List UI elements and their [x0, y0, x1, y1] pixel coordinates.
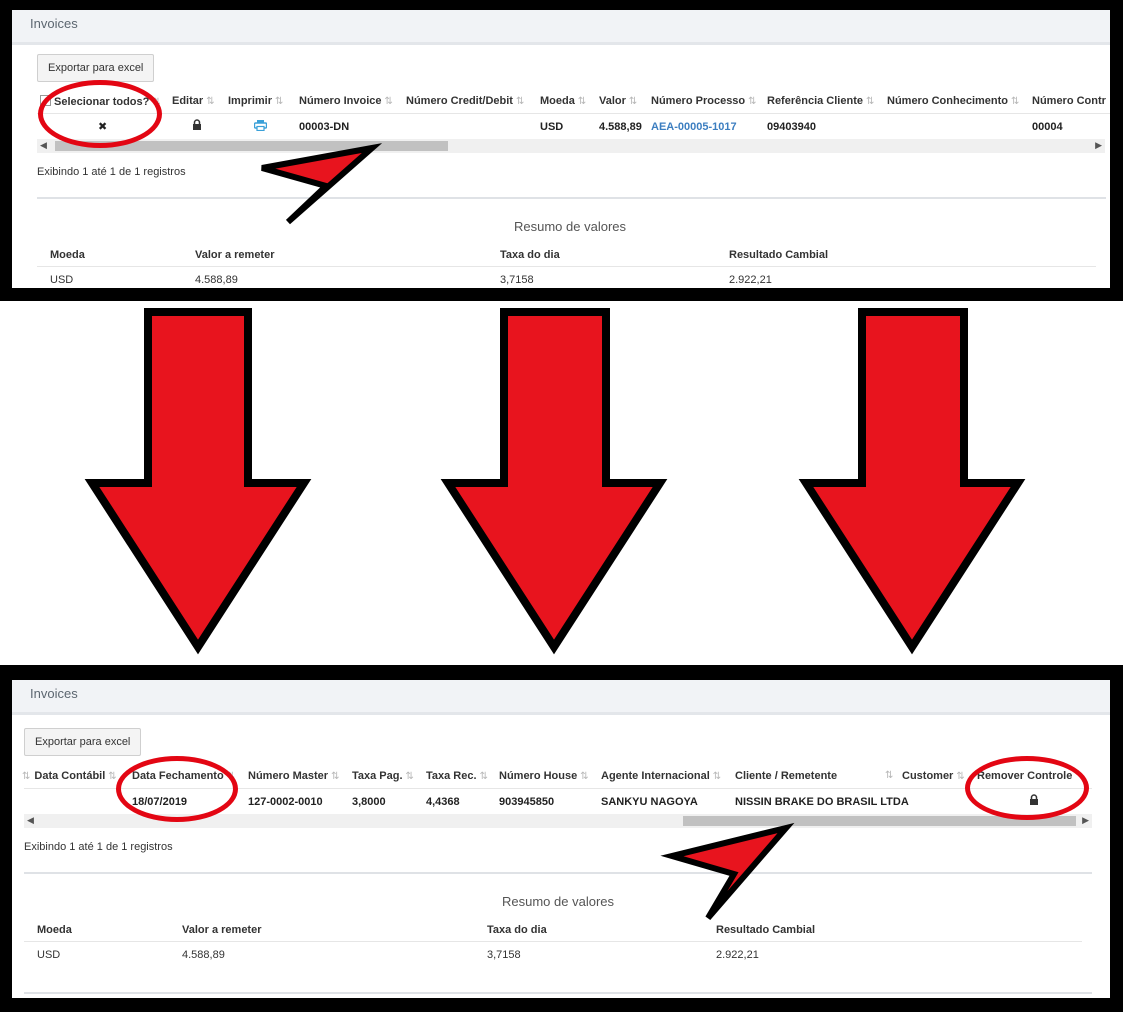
big-down-arrow-right	[798, 308, 1026, 655]
big-down-arrow-middle	[440, 308, 668, 655]
big-down-arrow-left	[84, 308, 312, 655]
annotation-overlay	[84, 143, 1026, 920]
pointer-arrow-bottom	[660, 822, 795, 920]
pointer-arrow-top	[261, 143, 383, 225]
